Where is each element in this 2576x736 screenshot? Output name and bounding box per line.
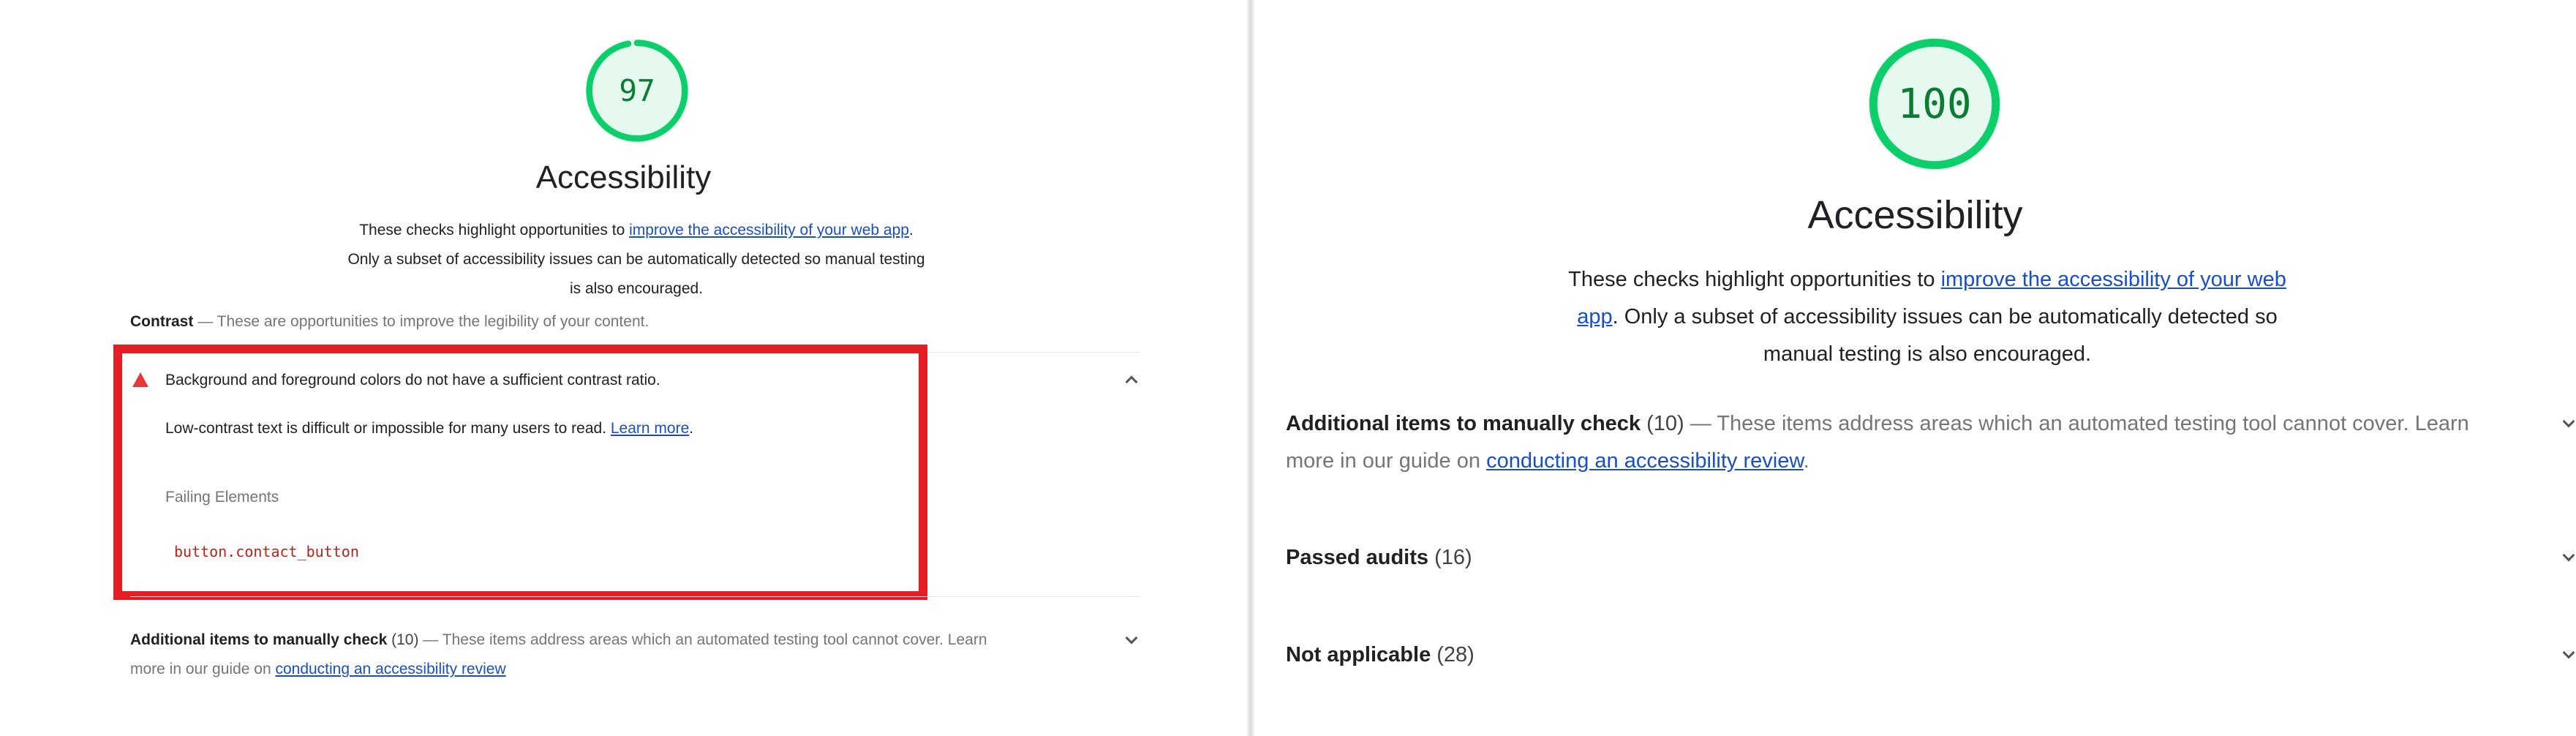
left-desc-link[interactable]: improve the accessibility of your web ap… — [629, 222, 909, 239]
right-manual-check-count: (10) — [1646, 412, 1684, 435]
audit-divider — [130, 596, 1140, 597]
chevron-up-icon[interactable] — [1125, 375, 1138, 388]
right-manual-period: . — [1803, 449, 1809, 473]
right-report-panel: 100 Accessibility These checks highlight… — [1254, 0, 2576, 736]
not-applicable-chevron-down-icon[interactable] — [2562, 646, 2575, 659]
failing-element-selector[interactable]: button.contact_button — [174, 543, 359, 560]
left-category-description: These checks highlight opportunities to … — [344, 216, 929, 304]
right-manual-check-line2: more in our guide on conducting an acces… — [1286, 449, 1809, 473]
right-category-description: These checks highlight opportunities to … — [1562, 261, 2293, 373]
not-applicable-count: (28) — [1436, 643, 1475, 666]
right-manual-desc-line2: more in our guide on — [1286, 449, 1487, 473]
contrast-audit-body: Low-contrast text is difficult or imposs… — [165, 420, 693, 438]
left-manual-check-count: (10) — [391, 631, 419, 648]
right-manual-check-title: Additional items to manually check — [1286, 412, 1641, 435]
passed-audits-header[interactable]: Passed audits (16) — [1286, 546, 1472, 570]
warning-triangle-icon — [132, 372, 148, 387]
passed-chevron-down-icon[interactable] — [2562, 549, 2575, 562]
right-manual-check-header[interactable]: Additional items to manually check (10) … — [1286, 412, 2469, 436]
not-applicable-title: Not applicable — [1286, 643, 1431, 666]
right-manual-check-desc: — These items address areas which an aut… — [1690, 412, 2469, 435]
not-applicable-header[interactable]: Not applicable (28) — [1286, 643, 1475, 667]
right-score-gauge[interactable]: 100 — [1868, 37, 2001, 170]
right-score-value: 100 — [1897, 80, 1972, 128]
audit-body-text: Low-contrast text is difficult or imposs… — [165, 420, 607, 437]
contrast-audit-title[interactable]: Background and foreground colors do not … — [165, 372, 660, 389]
audit-body-period: . — [689, 420, 694, 437]
right-desc-suffix: . Only a subset of accessibility issues … — [1612, 305, 2278, 366]
failing-elements-label: Failing Elements — [165, 489, 279, 506]
learn-more-link[interactable]: Learn more — [611, 420, 689, 437]
right-category-title: Accessibility — [1807, 193, 2023, 237]
left-category-title: Accessibility — [535, 159, 712, 195]
left-manual-check-line2: more in our guide on conducting an acces… — [130, 661, 506, 678]
passed-audits-title: Passed audits — [1286, 546, 1429, 569]
contrast-group-header: Contrast — These are opportunities to im… — [130, 313, 649, 331]
left-score-value: 97 — [619, 73, 655, 108]
right-review-guide-link[interactable]: conducting an accessibility review — [1486, 449, 1804, 473]
left-report-panel: 97 Accessibility These checks highlight … — [0, 0, 1247, 736]
chevron-down-icon[interactable] — [1125, 631, 1138, 645]
right-desc-prefix: These checks highlight opportunities to — [1568, 268, 1941, 291]
passed-audits-count: (16) — [1434, 546, 1472, 569]
left-manual-check-header[interactable]: Additional items to manually check (10) … — [130, 631, 987, 649]
contrast-group-title: Contrast — [130, 313, 194, 330]
left-manual-check-desc: — These items address areas which an aut… — [423, 631, 987, 648]
contrast-group-description: — These are opportunities to improve the… — [197, 313, 649, 330]
left-review-guide-link[interactable]: conducting an accessibility review — [275, 661, 505, 677]
left-desc-prefix: These checks highlight opportunities to — [359, 222, 630, 239]
left-manual-desc-line2: more in our guide on — [130, 661, 276, 677]
right-manual-chevron-down-icon[interactable] — [2562, 415, 2575, 428]
left-manual-check-title: Additional items to manually check — [130, 631, 388, 648]
panel-divider — [1247, 0, 1254, 736]
left-score-gauge[interactable]: 97 — [585, 39, 689, 143]
